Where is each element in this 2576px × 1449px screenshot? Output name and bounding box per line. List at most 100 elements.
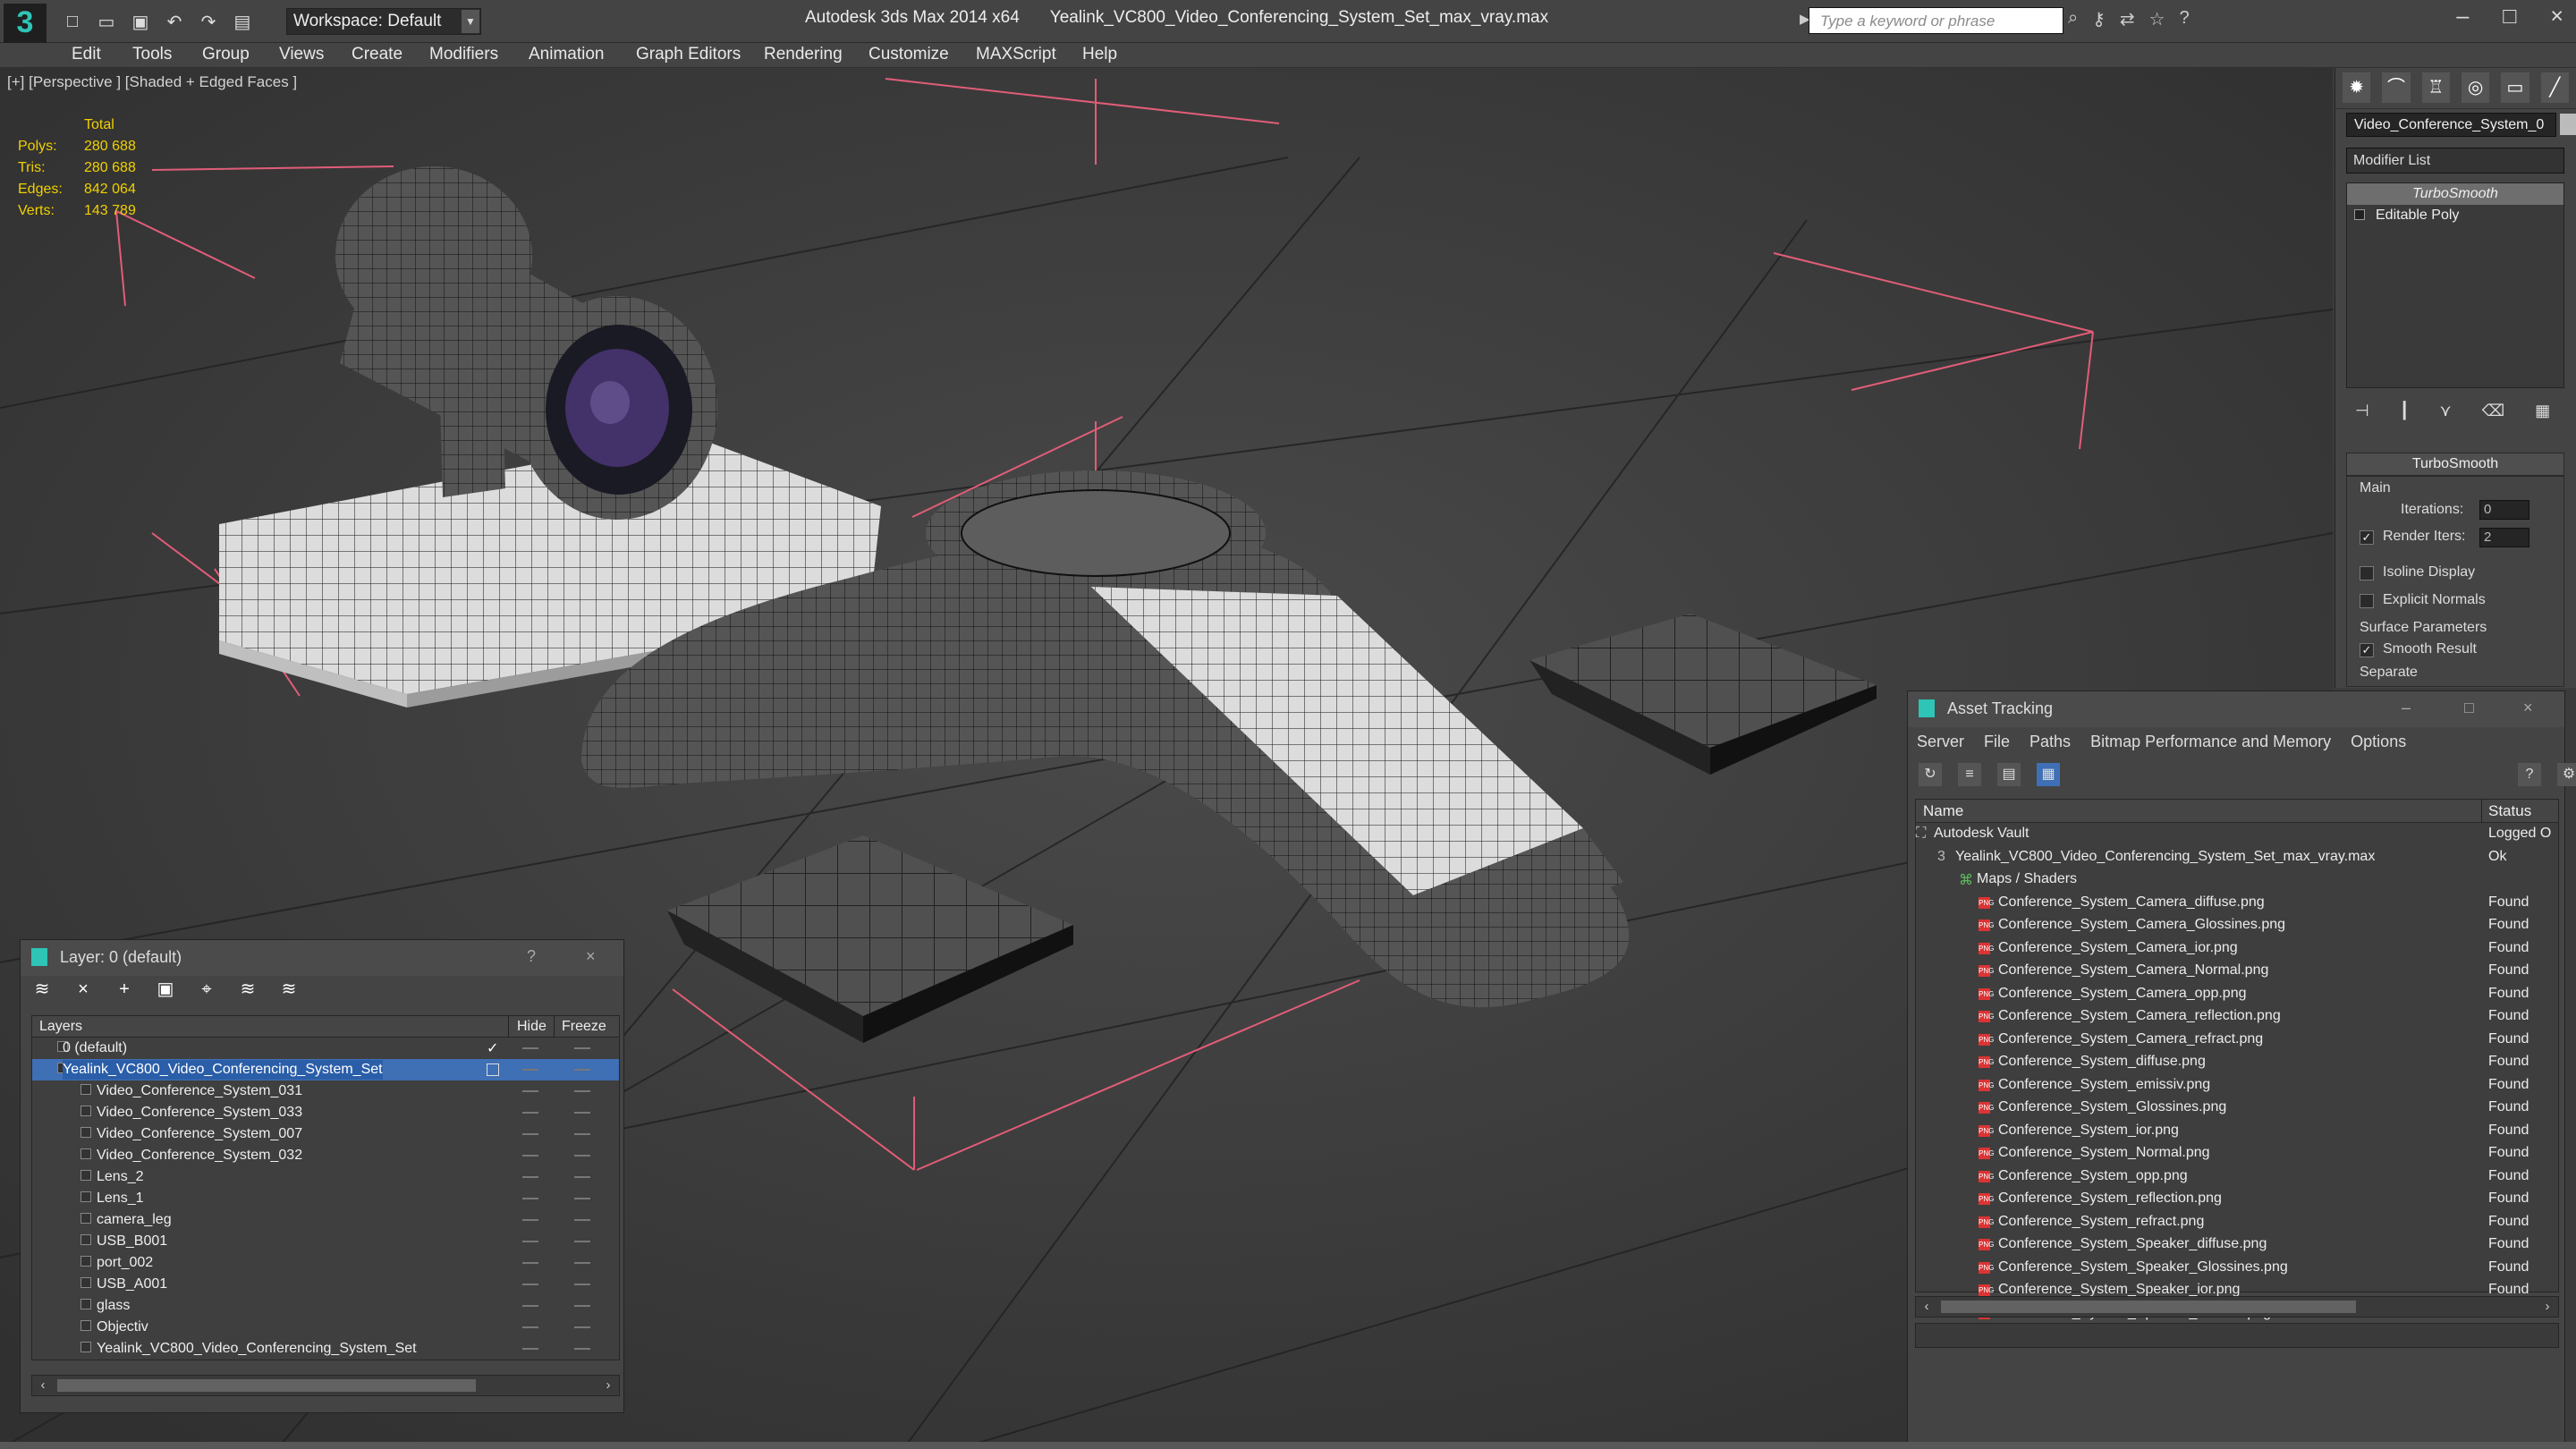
select-layer-icon[interactable]: ⌖ bbox=[196, 979, 217, 1001]
scrollbar-thumb[interactable] bbox=[57, 1379, 476, 1392]
asset-row[interactable]: ⌘ Maps / Shaders bbox=[1916, 869, 2558, 892]
modifier-list-dropdown[interactable]: Modifier List bbox=[2346, 148, 2564, 174]
scroll-left-icon[interactable]: ‹ bbox=[32, 1376, 54, 1395]
asset-row[interactable]: PNG Conference_System_Speaker_diffuse.png… bbox=[1916, 1233, 2558, 1257]
binoculars-icon[interactable]: ⌕ bbox=[2068, 8, 2078, 30]
smooth-result-checkbox[interactable]: ✓ bbox=[2360, 643, 2374, 657]
asset-row[interactable]: PNG Conference_System_diffuse.png Found bbox=[1916, 1051, 2558, 1074]
display-tab-icon[interactable]: ▭ bbox=[2501, 72, 2529, 103]
exchange-icon[interactable]: ⇄ bbox=[2120, 8, 2135, 30]
name-column-header[interactable]: Name bbox=[1923, 802, 1963, 820]
layer-object-row[interactable]: Video_Conference_System_031 bbox=[32, 1080, 619, 1102]
search-input[interactable]: Type a keyword or phrase bbox=[1809, 7, 2063, 34]
menu-tools[interactable]: Tools bbox=[132, 45, 172, 64]
layer-object-row[interactable]: USB_A001 bbox=[32, 1274, 619, 1295]
hide-column-header[interactable]: Hide bbox=[517, 1019, 547, 1035]
show-end-result-icon[interactable]: ┃ bbox=[2400, 402, 2410, 419]
menu-graph-editors[interactable]: Graph Editors bbox=[636, 45, 741, 64]
maximize-icon[interactable]: □ bbox=[2503, 4, 2516, 30]
open-folder-icon[interactable]: ▭ bbox=[93, 9, 120, 34]
minimize-icon[interactable]: – bbox=[2456, 4, 2469, 30]
scroll-right-icon[interactable]: › bbox=[597, 1376, 619, 1395]
asset-menu-bitmap-performance[interactable]: Bitmap Performance and Memory bbox=[2090, 733, 2331, 751]
asset-row[interactable]: PNG Conference_System_Camera_refract.png F… bbox=[1916, 1029, 2558, 1052]
scroll-left-icon[interactable]: ‹ bbox=[1916, 1297, 1937, 1317]
object-color-swatch[interactable] bbox=[2560, 114, 2576, 135]
configure-sets-icon[interactable]: ▦ bbox=[2535, 402, 2550, 419]
layer-object-row[interactable]: Video_Conference_System_032 bbox=[32, 1145, 619, 1166]
explicit-normals-checkbox[interactable] bbox=[2360, 594, 2374, 608]
asset-row[interactable]: PNG Conference_System_Camera_opp.png Found bbox=[1916, 983, 2558, 1006]
pin-stack-icon[interactable]: ⊣ bbox=[2355, 402, 2369, 419]
asset-menu-options[interactable]: Options bbox=[2351, 733, 2406, 751]
close-icon[interactable]: × bbox=[2523, 699, 2533, 717]
asset-horizontal-scrollbar[interactable]: ‹ › bbox=[1915, 1296, 2559, 1318]
close-icon[interactable]: × bbox=[586, 947, 596, 966]
undo-icon[interactable]: ↶ bbox=[161, 9, 188, 34]
object-name-field[interactable]: Video_Conference_System_0 bbox=[2346, 113, 2556, 137]
iterations-spinner[interactable]: 0 bbox=[2479, 500, 2529, 520]
menu-group[interactable]: Group bbox=[202, 45, 250, 64]
delete-layer-icon[interactable]: × bbox=[72, 979, 94, 1001]
freeze-column-header[interactable]: Freeze bbox=[562, 1019, 606, 1035]
layer-row-selected[interactable]: Yealink_VC800_Video_Conferencing_System_… bbox=[32, 1059, 619, 1080]
menu-maxscript[interactable]: MAXScript bbox=[976, 45, 1056, 64]
scroll-right-icon[interactable]: › bbox=[2537, 1297, 2558, 1317]
asset-menu-paths[interactable]: Paths bbox=[2029, 733, 2071, 751]
layer-object-row[interactable]: Lens_2 bbox=[32, 1166, 619, 1188]
asset-row[interactable]: PNG Conference_System_Glossines.png Found bbox=[1916, 1097, 2558, 1120]
help-icon[interactable]: ? bbox=[2180, 8, 2190, 30]
layer-object-row[interactable]: Objectiv bbox=[32, 1317, 619, 1338]
refresh-icon[interactable]: ↻ bbox=[1919, 763, 1942, 786]
asset-row[interactable]: PNG Conference_System_Camera_Normal.png Fo… bbox=[1916, 960, 2558, 983]
layer-object-row[interactable]: Yealink_VC800_Video_Conferencing_System_… bbox=[32, 1338, 619, 1360]
layer-object-row[interactable]: USB_B001 bbox=[32, 1231, 619, 1252]
help-icon[interactable]: ? bbox=[2518, 763, 2541, 786]
add-to-layer-icon[interactable]: + bbox=[114, 979, 135, 1001]
asset-path-field[interactable] bbox=[1915, 1323, 2559, 1348]
utilities-tab-icon[interactable]: ╱ bbox=[2540, 72, 2569, 103]
asset-row[interactable]: PNG Conference_System_emissiv.png Found bbox=[1916, 1074, 2558, 1097]
new-file-icon[interactable]: □ bbox=[59, 9, 86, 34]
scrollbar-thumb[interactable] bbox=[1941, 1301, 2356, 1313]
motion-tab-icon[interactable]: ◎ bbox=[2461, 72, 2490, 103]
layer-object-row[interactable]: Lens_1 bbox=[32, 1188, 619, 1209]
star-icon[interactable]: ☆ bbox=[2149, 8, 2165, 30]
render-iters-spinner[interactable]: 2 bbox=[2479, 528, 2529, 547]
layers-column-header[interactable]: Layers bbox=[39, 1019, 82, 1035]
layer-object-row[interactable]: port_002 bbox=[32, 1252, 619, 1274]
chevron-down-icon[interactable]: ▼ bbox=[462, 10, 479, 33]
menu-customize[interactable]: Customize bbox=[869, 45, 949, 64]
asset-menu-file[interactable]: File bbox=[1984, 733, 2010, 751]
maximize-icon[interactable]: □ bbox=[2464, 699, 2474, 717]
hide-all-icon[interactable]: ≋ bbox=[237, 979, 258, 1001]
asset-row[interactable]: PNG Conference_System_opp.png Found bbox=[1916, 1165, 2558, 1189]
grid-view-icon[interactable]: ▦ bbox=[2037, 763, 2060, 786]
close-icon[interactable]: × bbox=[2550, 4, 2563, 30]
modify-tab-icon[interactable]: ⌒ bbox=[2382, 72, 2411, 103]
status-column-header[interactable]: Status bbox=[2488, 802, 2531, 820]
new-layer-icon[interactable]: ≋ bbox=[31, 979, 53, 1001]
hierarchy-tab-icon[interactable]: ♖ bbox=[2421, 72, 2450, 103]
asset-row[interactable]: PNG Conference_System_ior.png Found bbox=[1916, 1120, 2558, 1143]
help-icon[interactable]: ? bbox=[527, 947, 536, 966]
layer-object-row[interactable]: Video_Conference_System_033 bbox=[32, 1102, 619, 1123]
asset-row[interactable]: PNG Conference_System_refract.png Found bbox=[1916, 1211, 2558, 1234]
layer-horizontal-scrollbar[interactable]: ‹ › bbox=[31, 1375, 620, 1396]
make-unique-icon[interactable]: ⋎ bbox=[2440, 402, 2452, 419]
menu-create[interactable]: Create bbox=[352, 45, 402, 64]
render-iters-checkbox[interactable]: ✓ bbox=[2360, 530, 2374, 545]
stack-item-editable-poly[interactable]: Editable Poly bbox=[2347, 205, 2563, 226]
viewport-label[interactable]: [+] [Perspective ] [Shaded + Edged Faces… bbox=[7, 73, 297, 91]
select-objects-icon[interactable]: ▣ bbox=[155, 979, 176, 1001]
menu-edit[interactable]: Edit bbox=[72, 45, 101, 64]
menu-views[interactable]: Views bbox=[279, 45, 324, 64]
project-folder-icon[interactable]: ▤ bbox=[229, 9, 256, 34]
layer-object-row[interactable]: Video_Conference_System_007 bbox=[32, 1123, 619, 1145]
asset-menu-server[interactable]: Server bbox=[1917, 733, 1964, 751]
stack-item-turbosmooth[interactable]: TurboSmooth bbox=[2347, 183, 2563, 205]
save-icon[interactable]: ▣ bbox=[127, 9, 154, 34]
asset-row[interactable]: PNG Conference_System_reflection.png Found bbox=[1916, 1188, 2558, 1211]
asset-row[interactable]: PNG Conference_System_Camera_ior.png Found bbox=[1916, 937, 2558, 961]
minimize-icon[interactable]: – bbox=[2402, 699, 2411, 717]
